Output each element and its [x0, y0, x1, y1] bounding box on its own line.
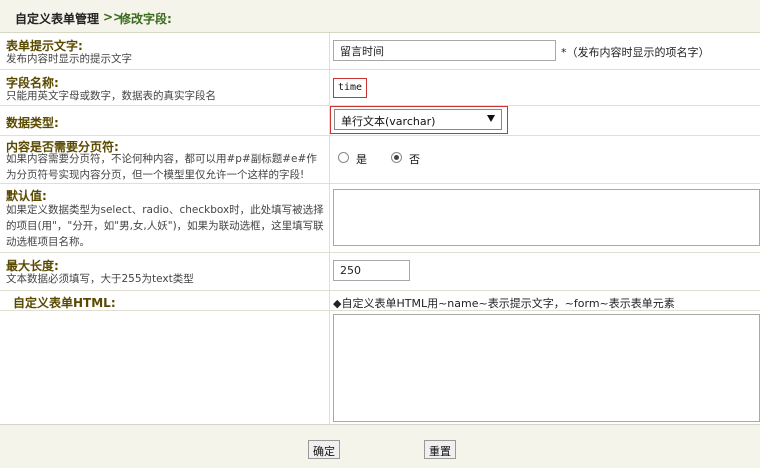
custom-html-textarea[interactable] — [333, 314, 760, 422]
breadcrumb-current: 修改字段: — [119, 12, 172, 26]
paging-yes-radio[interactable] — [338, 152, 349, 163]
form-row-paging: 内容是否需要分页符: 如果内容需要分页符，不论何种内容，都可以用#p#副标题#e… — [0, 136, 760, 184]
page-header: 自定义表单管理 >> 修改字段: — [0, 0, 760, 33]
submit-button[interactable]: 确定 — [308, 440, 340, 459]
maxlen-help: 文本数据必须填写，大于255为text类型 — [6, 273, 194, 285]
prompt-help: 发布内容时显示的提示文字 — [6, 53, 132, 65]
html-note: ◆自定义表单HTML用~name~表示提示文字，~form~表示表单元素 — [333, 297, 675, 310]
default-help: 如果定义数据类型为select、radio、checkbox时，此处填写被选择的… — [6, 204, 324, 248]
reset-button[interactable]: 重置 — [424, 440, 456, 459]
type-label: 数据类型: — [6, 116, 59, 130]
breadcrumb-parent[interactable]: 自定义表单管理 — [15, 10, 99, 27]
data-type-selected: 单行文本(varchar) — [341, 115, 436, 128]
field-name-value: time — [333, 78, 368, 98]
default-textarea[interactable] — [333, 189, 760, 246]
paging-no-label: 否 — [409, 153, 420, 166]
paging-yes-label: 是 — [356, 153, 367, 166]
html-label: 自定义表单HTML: — [13, 296, 116, 310]
maxlen-input[interactable] — [333, 260, 410, 281]
form-row-name: 字段名称: 只能用英文字母或数字，数据表的真实字段名 — [0, 70, 760, 106]
paging-help: 如果内容需要分页符，不论何种内容，都可以用#p#副标题#e#作为分页符号实现内容… — [6, 153, 317, 181]
form-footer — [0, 424, 760, 468]
chevron-down-icon — [487, 115, 495, 122]
name-help: 只能用英文字母或数字，数据表的真实字段名 — [6, 90, 216, 102]
prompt-note: *（发布内容时显示的项名字） — [561, 46, 710, 59]
prompt-input[interactable] — [333, 40, 556, 61]
data-type-select[interactable]: 单行文本(varchar) — [334, 109, 502, 130]
paging-no-radio[interactable] — [391, 152, 402, 163]
